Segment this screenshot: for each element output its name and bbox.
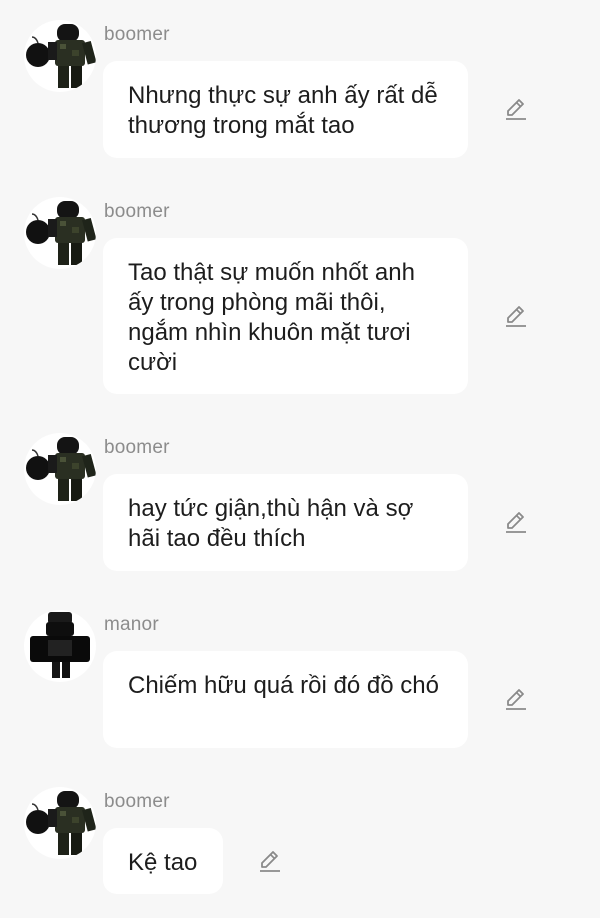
edit-pencil-icon[interactable] xyxy=(503,509,529,535)
message-bubble: Kệ tao xyxy=(103,828,223,894)
message-bubble: Tao thật sự muốn nhốt anh ấy trong phòng… xyxy=(103,238,468,394)
edit-pencil-icon[interactable] xyxy=(503,686,529,712)
dark-character-avatar[interactable] xyxy=(24,610,96,682)
edit-pencil-icon[interactable] xyxy=(503,303,529,329)
bomb-character-avatar[interactable] xyxy=(24,197,96,269)
message-bubble: hay tức giận,thù hận và sợ hãi tao đều t… xyxy=(103,474,468,571)
sender-name: boomer xyxy=(104,437,170,458)
bomb-character-avatar[interactable] xyxy=(24,20,96,92)
message-bubble: Chiếm hữu quá rồi đó đồ chó xyxy=(103,651,468,748)
sender-name: boomer xyxy=(104,201,170,222)
chat-message-list: boomer Nhưng thực sự anh ấy rất dễ thươn… xyxy=(0,0,600,918)
edit-pencil-icon[interactable] xyxy=(503,96,529,122)
edit-pencil-icon[interactable] xyxy=(257,848,283,874)
bomb-character-avatar[interactable] xyxy=(24,787,96,859)
message-bubble: Nhưng thực sự anh ấy rất dễ thương trong… xyxy=(103,61,468,158)
sender-name: manor xyxy=(104,614,159,635)
sender-name: boomer xyxy=(104,24,170,45)
sender-name: boomer xyxy=(104,791,170,812)
bomb-character-avatar[interactable] xyxy=(24,433,96,505)
